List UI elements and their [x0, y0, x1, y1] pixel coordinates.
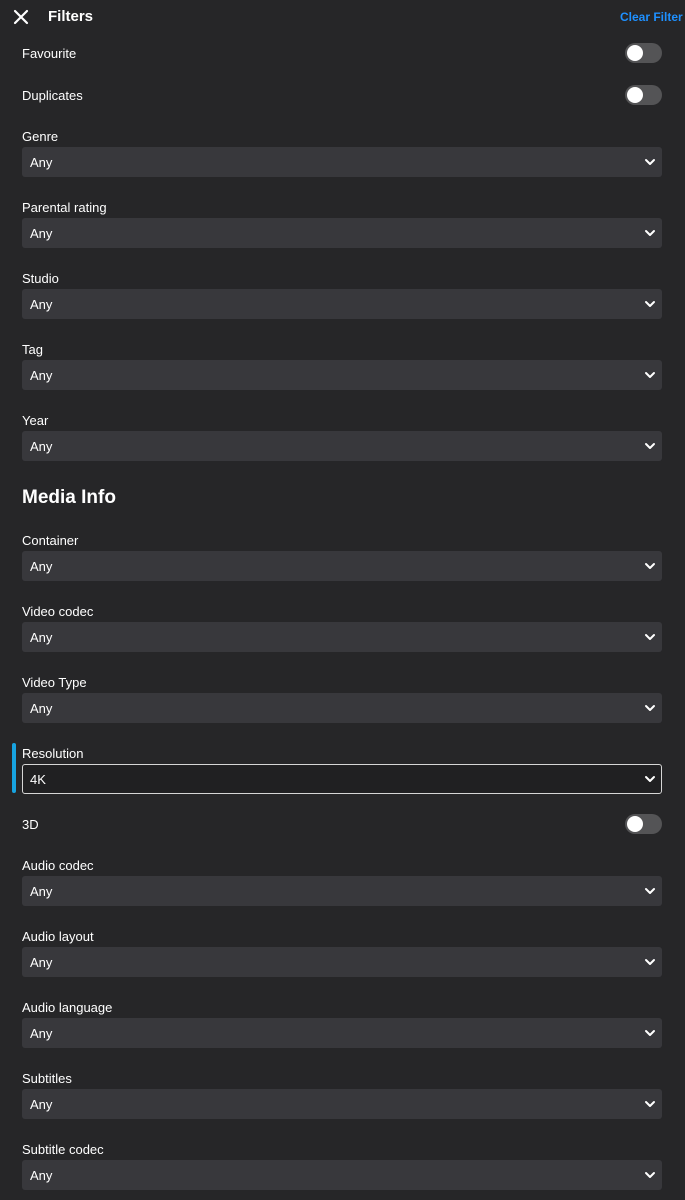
- favourite-toggle-row: Favourite: [22, 43, 662, 65]
- chevron-down-icon: [644, 631, 656, 643]
- 3d-toggle[interactable]: [625, 814, 662, 834]
- parental-rating-label: Parental rating: [22, 200, 107, 215]
- audio-layout-filter: Audio layout Any: [22, 929, 662, 981]
- subtitles-filter: Subtitles Any: [22, 1071, 662, 1123]
- video-type-label: Video Type: [22, 675, 87, 690]
- parental-rating-filter: Parental rating Any: [22, 200, 662, 252]
- subtitle-codec-value: Any: [30, 1168, 53, 1183]
- year-select[interactable]: Any: [22, 431, 662, 461]
- chevron-down-icon: [644, 1169, 656, 1181]
- genre-value: Any: [30, 155, 53, 170]
- toggle-knob: [627, 816, 643, 832]
- panel-title: Filters: [48, 8, 94, 25]
- chevron-down-icon: [644, 298, 656, 310]
- close-icon: [12, 6, 32, 28]
- chevron-down-icon: [644, 227, 656, 239]
- tag-value: Any: [30, 368, 53, 383]
- year-label: Year: [22, 413, 49, 428]
- video-type-select[interactable]: Any: [22, 693, 662, 723]
- studio-select[interactable]: Any: [22, 289, 662, 319]
- video-codec-select[interactable]: Any: [22, 622, 662, 652]
- audio-codec-label: Audio codec: [22, 858, 94, 873]
- media-info-heading: Media Info: [22, 487, 116, 508]
- audio-layout-select[interactable]: Any: [22, 947, 662, 977]
- filters-header: Filters Clear Filter: [0, 0, 685, 34]
- focus-indicator: [12, 743, 16, 793]
- chevron-down-icon: [644, 956, 656, 968]
- subtitle-codec-label: Subtitle codec: [22, 1142, 104, 1157]
- clear-filters-link[interactable]: Clear Filter: [620, 10, 683, 24]
- resolution-filter: Resolution 4K: [22, 746, 662, 798]
- audio-codec-filter: Audio codec Any: [22, 858, 662, 910]
- container-filter: Container Any: [22, 533, 662, 585]
- resolution-value: 4K: [30, 772, 46, 787]
- parental-rating-value: Any: [30, 226, 53, 241]
- video-type-value: Any: [30, 701, 53, 716]
- video-type-filter: Video Type Any: [22, 675, 662, 727]
- chevron-down-icon: [644, 156, 656, 168]
- favourite-toggle[interactable]: [625, 43, 662, 63]
- subtitles-select[interactable]: Any: [22, 1089, 662, 1119]
- audio-layout-value: Any: [30, 955, 53, 970]
- subtitles-value: Any: [30, 1097, 53, 1112]
- chevron-down-icon: [644, 560, 656, 572]
- subtitles-label: Subtitles: [22, 1071, 72, 1086]
- filters-panel: Filters Clear Filter Favourite Duplicate…: [0, 0, 685, 1200]
- duplicates-label: Duplicates: [22, 88, 83, 103]
- chevron-down-icon: [644, 369, 656, 381]
- 3d-label: 3D: [22, 817, 39, 832]
- genre-select[interactable]: Any: [22, 147, 662, 177]
- toggle-knob: [627, 45, 643, 61]
- subtitle-codec-filter: Subtitle codec Any: [22, 1142, 662, 1194]
- audio-language-select[interactable]: Any: [22, 1018, 662, 1048]
- parental-rating-select[interactable]: Any: [22, 218, 662, 248]
- container-label: Container: [22, 533, 79, 548]
- studio-filter: Studio Any: [22, 271, 662, 323]
- resolution-label: Resolution: [22, 746, 84, 761]
- chevron-down-icon: [644, 702, 656, 714]
- favourite-label: Favourite: [22, 46, 77, 61]
- tag-filter: Tag Any: [22, 342, 662, 394]
- studio-label: Studio: [22, 271, 59, 286]
- video-codec-label: Video codec: [22, 604, 94, 619]
- chevron-down-icon: [644, 1027, 656, 1039]
- 3d-toggle-row: 3D: [22, 814, 662, 836]
- subtitle-codec-select[interactable]: Any: [22, 1160, 662, 1190]
- audio-codec-select[interactable]: Any: [22, 876, 662, 906]
- chevron-down-icon: [644, 773, 656, 785]
- audio-language-label: Audio language: [22, 1000, 113, 1015]
- video-codec-filter: Video codec Any: [22, 604, 662, 656]
- audio-language-filter: Audio language Any: [22, 1000, 662, 1052]
- container-select[interactable]: Any: [22, 551, 662, 581]
- genre-filter: Genre Any: [22, 129, 662, 181]
- year-filter: Year Any: [22, 413, 662, 465]
- tag-select[interactable]: Any: [22, 360, 662, 390]
- close-button[interactable]: [12, 6, 32, 28]
- video-codec-value: Any: [30, 630, 53, 645]
- duplicates-toggle-row: Duplicates: [22, 85, 662, 107]
- duplicates-toggle[interactable]: [625, 85, 662, 105]
- year-value: Any: [30, 439, 53, 454]
- chevron-down-icon: [644, 1098, 656, 1110]
- audio-language-value: Any: [30, 1026, 53, 1041]
- toggle-knob: [627, 87, 643, 103]
- audio-layout-label: Audio layout: [22, 929, 94, 944]
- chevron-down-icon: [644, 440, 656, 452]
- audio-codec-value: Any: [30, 884, 53, 899]
- tag-label: Tag: [22, 342, 43, 357]
- genre-label: Genre: [22, 129, 59, 144]
- container-value: Any: [30, 559, 53, 574]
- chevron-down-icon: [644, 885, 656, 897]
- resolution-select[interactable]: 4K: [22, 764, 662, 794]
- studio-value: Any: [30, 297, 53, 312]
